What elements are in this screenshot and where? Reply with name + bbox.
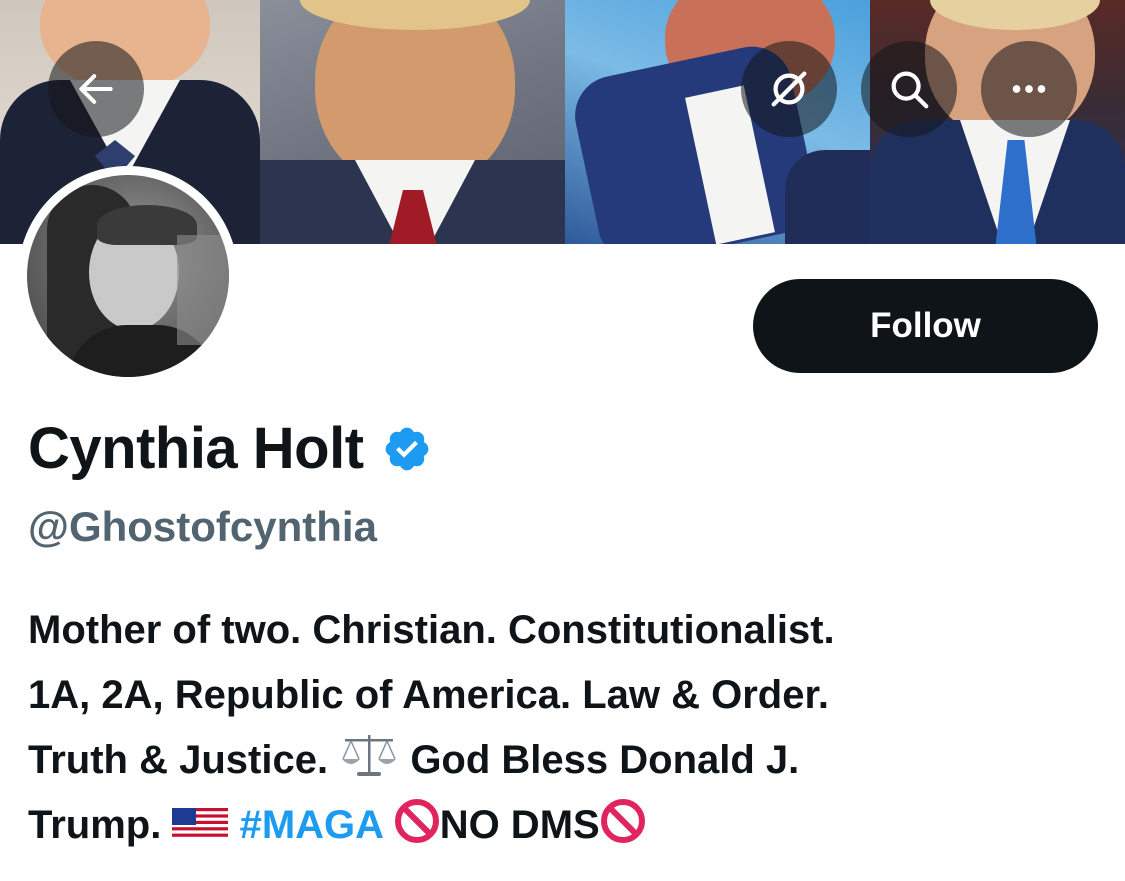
bio-text: Trump. — [28, 803, 162, 847]
avatar-container[interactable] — [18, 166, 238, 386]
bio-line-3: Truth & Justice. God Bless Donald J. — [28, 728, 1108, 793]
banner-photo-2 — [260, 0, 565, 244]
grok-button[interactable] — [741, 41, 837, 137]
prohibited-icon — [394, 799, 439, 843]
more-options-button[interactable] — [981, 41, 1077, 137]
arrow-left-icon — [79, 74, 113, 104]
profile-handle: @Ghostofcynthia — [28, 503, 377, 550]
banner-photo-3 — [565, 0, 870, 244]
grok-slash-circle-icon — [771, 71, 807, 107]
display-name: Cynthia Holt — [28, 416, 364, 481]
us-flag-icon — [172, 808, 229, 840]
search-icon — [891, 71, 929, 109]
avatar — [27, 175, 229, 377]
prohibited-icon — [600, 799, 645, 843]
profile-name-row: Cynthia Holt — [28, 414, 432, 484]
balance-scale-icon — [342, 735, 397, 776]
bio-line-2: 1A, 2A, Republic of America. Law & Order… — [28, 673, 829, 717]
verified-badge-icon[interactable] — [382, 424, 432, 474]
more-horizontal-icon — [1012, 85, 1046, 93]
bio-line-1: Mother of two. Christian. Constitutional… — [28, 608, 835, 652]
bio-line-4: Trump. #MAGA NO DMS — [28, 793, 1108, 858]
back-button[interactable] — [48, 41, 144, 137]
hashtag-link[interactable]: #MAGA — [240, 803, 383, 847]
search-button[interactable] — [861, 41, 957, 137]
profile-bio: Mother of two. Christian. Constitutional… — [28, 598, 1108, 858]
bio-text: NO DMS — [439, 803, 600, 847]
bio-text: Truth & Justice. — [28, 738, 329, 782]
bio-text: God Bless Donald J. — [410, 738, 800, 782]
follow-button[interactable]: Follow — [753, 279, 1098, 373]
